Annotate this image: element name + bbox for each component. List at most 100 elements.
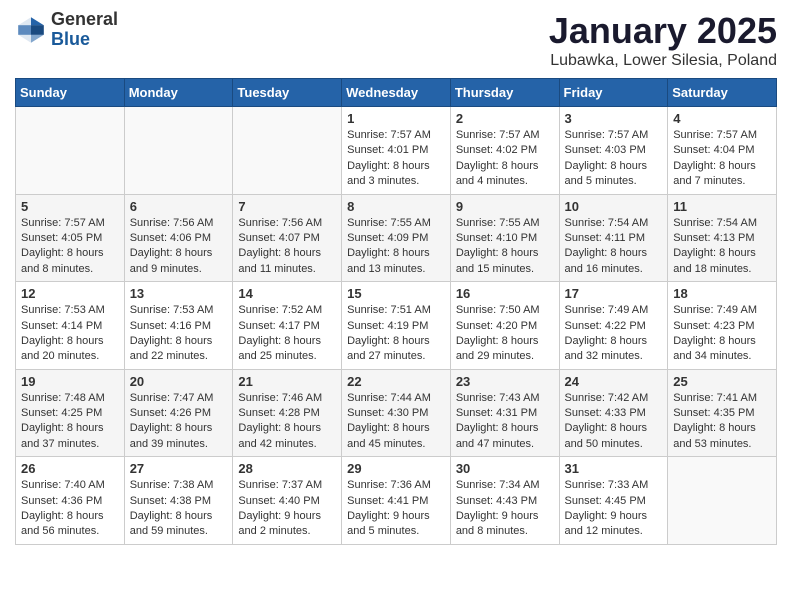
day-number: 19 <box>21 374 119 389</box>
logo-text: General Blue <box>51 10 118 50</box>
calendar-cell: 27 Sunrise: 7:38 AMSunset: 4:38 PMDayligh… <box>124 457 233 545</box>
day-info: Sunrise: 7:56 AMSunset: 4:07 PMDaylight:… <box>238 216 336 278</box>
calendar-cell <box>233 107 342 195</box>
calendar-cell: 12Sunrise: 7:53 AMSunset: 4:14 PMDayligh… <box>16 282 125 370</box>
logo-blue: Blue <box>51 30 118 50</box>
day-number: 29 <box>347 461 445 476</box>
day-number: 22 <box>347 374 445 389</box>
day-number: 6 <box>130 199 228 214</box>
day-number: 12 <box>21 286 119 301</box>
weekday-header: Thursday <box>450 79 559 107</box>
day-number: 26 <box>21 461 119 476</box>
location-title: Lubawka, Lower Silesia, Poland <box>549 52 777 70</box>
day-number: 14 <box>238 286 336 301</box>
day-number: 31 <box>565 461 663 476</box>
day-number: 27 <box>130 461 228 476</box>
calendar-cell: 7Sunrise: 7:56 AMSunset: 4:07 PMDaylight… <box>233 194 342 282</box>
day-info: Sunrise: 7:53 AMSunset: 4:16 PMDaylight:… <box>130 303 228 365</box>
day-number: 28 <box>238 461 336 476</box>
logo-icon <box>15 14 47 46</box>
calendar-week-row: 12Sunrise: 7:53 AMSunset: 4:14 PMDayligh… <box>16 282 777 370</box>
month-title: January 2025 <box>549 10 777 52</box>
day-number: 5 <box>21 199 119 214</box>
day-number: 16 <box>456 286 554 301</box>
calendar-cell: 14 Sunrise: 7:52 AMSunset: 4:17 PMDayligh… <box>233 282 342 370</box>
calendar-cell: 17Sunrise: 7:49 AMSunset: 4:22 PMDayligh… <box>559 282 668 370</box>
calendar-cell: 19 Sunrise: 7:48 AMSunset: 4:25 PMDayligh… <box>16 369 125 457</box>
calendar-week-row: 1 Sunrise: 7:57 AMSunset: 4:01 PMDaylight… <box>16 107 777 195</box>
weekday-header: Saturday <box>668 79 777 107</box>
weekday-header: Monday <box>124 79 233 107</box>
logo: General Blue <box>15 10 118 50</box>
day-info: Sunrise: 7:40 AMSunset: 4:36 PMDaylight:… <box>21 478 119 540</box>
day-number: 30 <box>456 461 554 476</box>
day-info: Sunrise: 7:54 AMSunset: 4:11 PMDaylight:… <box>565 216 663 278</box>
day-number: 3 <box>565 111 663 126</box>
day-number: 23 <box>456 374 554 389</box>
day-info: Sunrise: 7:48 AMSunset: 4:25 PMDaylight:… <box>21 391 119 453</box>
day-info: Sunrise: 7:51 AMSunset: 4:19 PMDaylight:… <box>347 303 445 365</box>
calendar-cell: 8Sunrise: 7:55 AMSunset: 4:09 PMDaylight… <box>342 194 451 282</box>
logo-general: General <box>51 10 118 30</box>
calendar-cell: 29 Sunrise: 7:36 AMSunset: 4:41 PMDayligh… <box>342 457 451 545</box>
day-number: 10 <box>565 199 663 214</box>
day-info: Sunrise: 7:56 AMSunset: 4:06 PMDaylight:… <box>130 216 228 278</box>
calendar-cell: 6 Sunrise: 7:56 AMSunset: 4:06 PMDaylight… <box>124 194 233 282</box>
calendar-cell: 21Sunrise: 7:46 AMSunset: 4:28 PMDayligh… <box>233 369 342 457</box>
calendar-cell: 20Sunrise: 7:47 AMSunset: 4:26 PMDayligh… <box>124 369 233 457</box>
calendar-cell: 23Sunrise: 7:43 AMSunset: 4:31 PMDayligh… <box>450 369 559 457</box>
day-info: Sunrise: 7:50 AMSunset: 4:20 PMDaylight:… <box>456 303 554 365</box>
day-number: 8 <box>347 199 445 214</box>
day-info: Sunrise: 7:57 AMSunset: 4:04 PMDaylight:… <box>673 128 771 190</box>
page-header: General Blue January 2025 Lubawka, Lower… <box>15 10 777 70</box>
day-info: Sunrise: 7:55 AMSunset: 4:10 PMDaylight:… <box>456 216 554 278</box>
day-info: Sunrise: 7:54 AMSunset: 4:13 PMDaylight:… <box>673 216 771 278</box>
calendar-cell: 24 Sunrise: 7:42 AMSunset: 4:33 PMDayligh… <box>559 369 668 457</box>
day-info: Sunrise: 7:38 AMSunset: 4:38 PMDaylight:… <box>130 478 228 540</box>
calendar-cell: 15Sunrise: 7:51 AMSunset: 4:19 PMDayligh… <box>342 282 451 370</box>
calendar-cell: 30Sunrise: 7:34 AMSunset: 4:43 PMDayligh… <box>450 457 559 545</box>
calendar-cell: 3 Sunrise: 7:57 AMSunset: 4:03 PMDaylight… <box>559 107 668 195</box>
calendar-week-row: 26 Sunrise: 7:40 AMSunset: 4:36 PMDayligh… <box>16 457 777 545</box>
calendar-cell: 16 Sunrise: 7:50 AMSunset: 4:20 PMDayligh… <box>450 282 559 370</box>
calendar-cell: 4 Sunrise: 7:57 AMSunset: 4:04 PMDaylight… <box>668 107 777 195</box>
calendar-cell: 9Sunrise: 7:55 AMSunset: 4:10 PMDaylight… <box>450 194 559 282</box>
calendar-cell: 31Sunrise: 7:33 AMSunset: 4:45 PMDayligh… <box>559 457 668 545</box>
day-number: 17 <box>565 286 663 301</box>
day-number: 13 <box>130 286 228 301</box>
day-info: Sunrise: 7:49 AMSunset: 4:23 PMDaylight:… <box>673 303 771 365</box>
day-number: 24 <box>565 374 663 389</box>
weekday-header: Sunday <box>16 79 125 107</box>
day-info: Sunrise: 7:41 AMSunset: 4:35 PMDaylight:… <box>673 391 771 453</box>
calendar-cell: 2 Sunrise: 7:57 AMSunset: 4:02 PMDaylight… <box>450 107 559 195</box>
calendar-cell: 28 Sunrise: 7:37 AMSunset: 4:40 PMDayligh… <box>233 457 342 545</box>
day-info: Sunrise: 7:42 AMSunset: 4:33 PMDaylight:… <box>565 391 663 453</box>
day-info: Sunrise: 7:46 AMSunset: 4:28 PMDaylight:… <box>238 391 336 453</box>
day-number: 4 <box>673 111 771 126</box>
calendar-cell <box>124 107 233 195</box>
calendar-cell <box>16 107 125 195</box>
day-number: 25 <box>673 374 771 389</box>
calendar-cell: 13 Sunrise: 7:53 AMSunset: 4:16 PMDayligh… <box>124 282 233 370</box>
calendar-cell: 26 Sunrise: 7:40 AMSunset: 4:36 PMDayligh… <box>16 457 125 545</box>
day-info: Sunrise: 7:57 AMSunset: 4:02 PMDaylight:… <box>456 128 554 190</box>
day-number: 1 <box>347 111 445 126</box>
calendar-cell: 5Sunrise: 7:57 AMSunset: 4:05 PMDaylight… <box>16 194 125 282</box>
calendar-cell: 1 Sunrise: 7:57 AMSunset: 4:01 PMDaylight… <box>342 107 451 195</box>
day-info: Sunrise: 7:57 AMSunset: 4:03 PMDaylight:… <box>565 128 663 190</box>
day-number: 11 <box>673 199 771 214</box>
calendar-week-row: 5Sunrise: 7:57 AMSunset: 4:05 PMDaylight… <box>16 194 777 282</box>
calendar-table: SundayMondayTuesdayWednesdayThursdayFrid… <box>15 78 777 545</box>
calendar-cell: 10 Sunrise: 7:54 AMSunset: 4:11 PMDayligh… <box>559 194 668 282</box>
day-number: 2 <box>456 111 554 126</box>
weekday-header: Wednesday <box>342 79 451 107</box>
day-info: Sunrise: 7:36 AMSunset: 4:41 PMDaylight:… <box>347 478 445 540</box>
calendar-cell: 25 Sunrise: 7:41 AMSunset: 4:35 PMDayligh… <box>668 369 777 457</box>
day-info: Sunrise: 7:57 AMSunset: 4:01 PMDaylight:… <box>347 128 445 190</box>
calendar-cell: 18 Sunrise: 7:49 AMSunset: 4:23 PMDayligh… <box>668 282 777 370</box>
weekday-header: Tuesday <box>233 79 342 107</box>
day-info: Sunrise: 7:52 AMSunset: 4:17 PMDaylight:… <box>238 303 336 365</box>
day-number: 18 <box>673 286 771 301</box>
day-info: Sunrise: 7:37 AMSunset: 4:40 PMDaylight:… <box>238 478 336 540</box>
day-number: 20 <box>130 374 228 389</box>
